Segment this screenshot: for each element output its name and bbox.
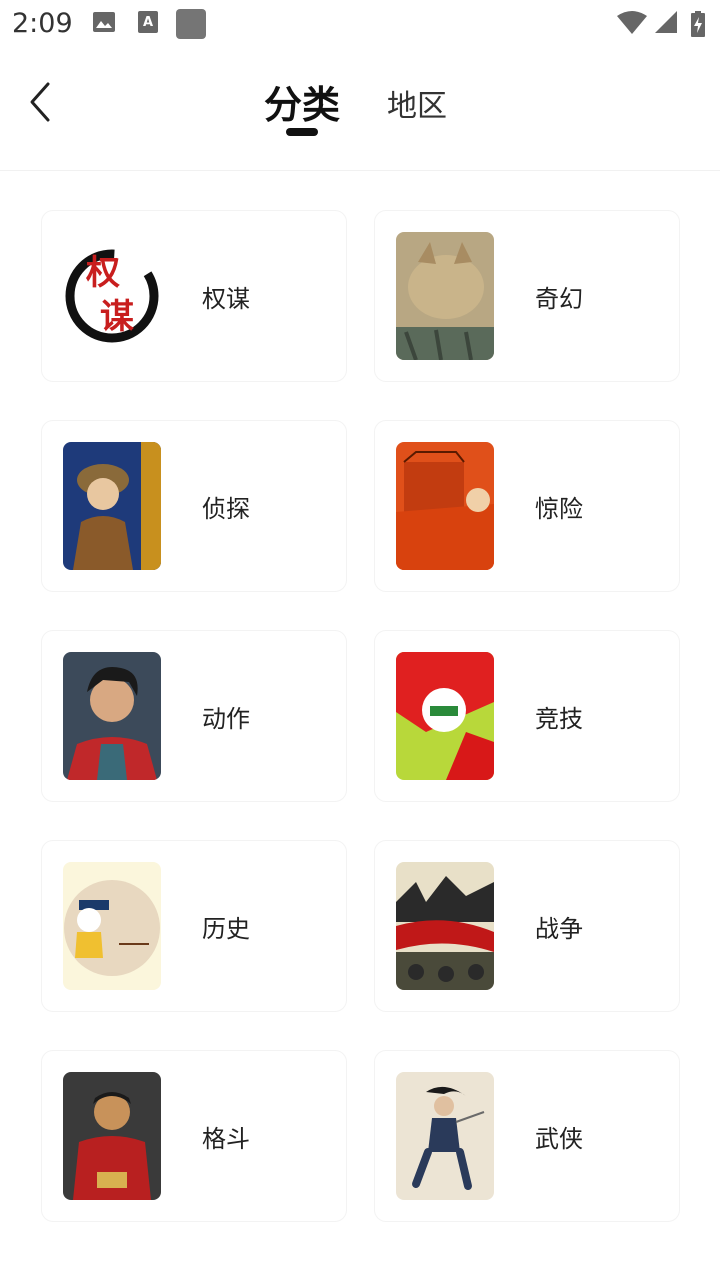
battery-charging-icon [691, 11, 705, 37]
category-card-jingji[interactable]: 竞技 [374, 630, 680, 802]
category-label: 奇幻 [535, 285, 583, 313]
category-cover [63, 862, 161, 990]
category-cover [396, 862, 494, 990]
category-label: 竞技 [535, 705, 583, 733]
screen: 2:09 A 分类 地区 权谋 权谋 奇幻 侦探 惊险 动作 竞技 历史 战争 … [0, 0, 720, 1280]
category-label: 武侠 [535, 1125, 583, 1153]
category-card-gedou[interactable]: 格斗 [41, 1050, 347, 1222]
category-cover: 权谋 [63, 232, 161, 360]
category-card-lishi[interactable]: 历史 [41, 840, 347, 1012]
category-cover [63, 1072, 161, 1200]
image-icon [93, 12, 115, 32]
category-label: 权谋 [202, 285, 250, 313]
category-card-jingxian[interactable]: 惊险 [374, 420, 680, 592]
category-cover [396, 652, 494, 780]
category-label: 战争 [535, 915, 583, 943]
category-card-dongzuo[interactable]: 动作 [41, 630, 347, 802]
category-card-qihuan[interactable]: 奇幻 [374, 210, 680, 382]
category-card-wuxia[interactable]: 武侠 [374, 1050, 680, 1222]
category-cover [396, 1072, 494, 1200]
status-bar: 2:09 A [0, 0, 720, 48]
category-label: 惊险 [535, 495, 583, 523]
category-cover [396, 442, 494, 570]
chevron-left-icon[interactable] [20, 76, 64, 128]
category-label: 动作 [202, 705, 250, 733]
category-cover [63, 442, 161, 570]
tab-indicator [286, 128, 318, 136]
top-nav-header: 分类 地区 [0, 48, 720, 171]
category-cover [63, 652, 161, 780]
tab-category[interactable]: 分类 [264, 74, 340, 129]
category-label: 格斗 [202, 1125, 250, 1153]
category-label: 历史 [202, 915, 250, 943]
wifi-icon [617, 11, 647, 34]
category-card-zhentan[interactable]: 侦探 [41, 420, 347, 592]
category-label: 侦探 [202, 495, 250, 523]
status-time: 2:09 [12, 8, 73, 39]
category-card-quanmou[interactable]: 权谋 权谋 [41, 210, 347, 382]
square-icon [176, 9, 206, 39]
svg-text:A: A [143, 15, 153, 30]
tab-region[interactable]: 地区 [387, 81, 447, 125]
category-cover [396, 232, 494, 360]
category-card-zhanzheng[interactable]: 战争 [374, 840, 680, 1012]
signal-icon [655, 11, 677, 33]
a-notification-icon: A [138, 11, 158, 33]
